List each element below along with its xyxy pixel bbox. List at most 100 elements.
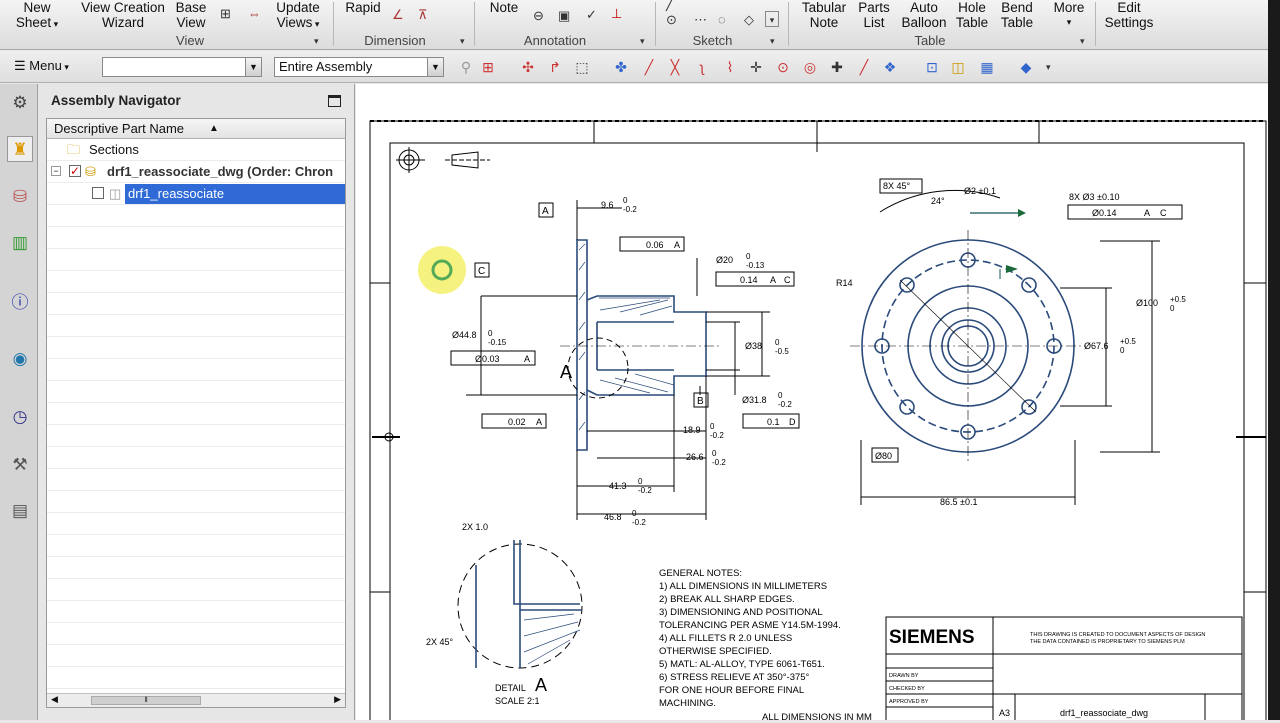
check-icon[interactable]: ✓ [586,8,597,22]
chevron-down-icon[interactable]: ▼ [245,58,261,76]
new-sheet-button[interactable]: New Sheet ▾ [12,0,62,32]
snap-point-icon[interactable]: ✤ [611,58,631,76]
table-group-more-icon[interactable]: ▾ [1080,36,1085,47]
roles-icon[interactable]: ⚒ [7,452,33,478]
scope-combo[interactable]: Entire Assembly ▼ [274,57,444,77]
radial-dimension-icon[interactable]: ⊼ [418,8,428,22]
view-creation-wizard-button[interactable]: View Creation Wizard [78,0,168,30]
hole-table-button[interactable]: Hole Table [952,0,992,30]
edit-settings-button[interactable]: Edit Settings [1101,0,1157,30]
svg-text:SCALE 2:1: SCALE 2:1 [495,696,540,706]
zoom-window-icon[interactable]: ◫ [948,58,968,76]
more-button[interactable]: More ▾ [1048,0,1090,30]
svg-text:26.6: 26.6 [686,452,704,462]
group-label-table: Table [914,33,946,48]
intersection-icon[interactable]: ✛ [746,58,766,76]
sketch-fillet-icon[interactable]: ◌ [718,13,726,27]
arc-center-icon[interactable]: ⊙ [773,58,793,76]
endpoint-icon[interactable]: ╱ [639,58,659,76]
curve-icon[interactable]: ʅ [692,58,712,76]
display-mode-icon[interactable]: ◆ [1016,58,1036,76]
sketch-offset-icon[interactable]: ◇ [744,13,754,27]
svg-text:C: C [1160,208,1167,218]
dimension-group-more-icon[interactable]: ▾ [460,36,465,47]
image-icon[interactable]: ▣ [558,9,570,23]
svg-text:8X 45°: 8X 45° [883,181,911,191]
svg-text:4) ALL FILLETS R 2.0 UNLESS: 4) ALL FILLETS R 2.0 UNLESS [659,633,792,644]
point-on-face-icon[interactable]: ❖ [880,58,900,76]
scrollbar-thumb[interactable]: ⦀ [91,696,201,705]
select-all-icon[interactable]: ⊞ [478,58,498,76]
tree-row-assembly[interactable]: − ✓ ⛁ drf1_reassociate_dwg (Order: Chron [47,161,345,183]
type-filter-combo[interactable]: ▼ [102,57,262,77]
select-feature-icon[interactable]: ↱ [545,58,565,76]
update-views-button[interactable]: Update Views ▾ [270,0,326,32]
base-view-button[interactable]: Base View [173,0,209,30]
web-browser-icon[interactable]: ◉ [7,346,33,372]
filter-reset-icon[interactable]: ⚲ [456,58,476,76]
system-palette-icon[interactable]: ▤ [7,498,33,524]
section-view-icon[interactable]: ⇔ [248,7,261,21]
horizontal-scrollbar[interactable]: ◀ ⦀ ▶ [47,693,345,707]
tabular-note-button[interactable]: Tabular Note [797,0,851,30]
point-on-curve-icon[interactable]: ╱ [854,58,874,76]
sketch-point-icon[interactable]: ⋯ [694,13,707,27]
bend-table-button[interactable]: Bend Table [996,0,1038,30]
constraint-navigator-icon[interactable]: ⛁ [7,184,33,210]
info-icon[interactable]: ⓘ [7,290,33,316]
rectangle-select-icon[interactable]: ⬚ [572,58,592,76]
checkbox-unchecked[interactable] [92,187,104,199]
zoom-icon[interactable]: ⊖ [533,9,544,23]
quadrant-icon[interactable]: ◎ [800,58,820,76]
new-sheet-label-2: Sheet ▾ [15,15,59,30]
scroll-right-icon[interactable]: ▶ [334,694,341,705]
sketch-group-more-icon[interactable]: ▾ [770,36,775,47]
empty-row [47,667,345,689]
gear-icon[interactable]: ⚙ [7,90,33,116]
svg-text:DRAWN BY: DRAWN BY [889,673,919,679]
chevron-down-icon[interactable]: ▼ [427,58,443,76]
chevron-down-icon[interactable]: ▾ [1046,62,1051,73]
svg-text:DETAIL: DETAIL [495,683,526,693]
assembly-navigator-icon[interactable]: ♜ [7,136,33,162]
reuse-library-icon[interactable]: ▥ [7,230,33,256]
sketch-line-icon[interactable]: ╱ [666,0,674,11]
scroll-left-icon[interactable]: ◀ [51,694,58,705]
view-group-more-icon[interactable]: ▾ [314,36,319,47]
svg-text:+0.50: +0.5 0 [1120,337,1136,355]
auto-balloon-button[interactable]: Auto Balloon [898,0,950,30]
tree-row-sections[interactable]: 🗀 Sections [47,139,345,161]
empty-row [47,513,345,535]
angular-dimension-icon[interactable]: ∠ [392,8,404,22]
tree-row-component[interactable]: ◫ drf1_reassociate [47,183,345,205]
rapid-dimension-button[interactable]: Rapid [343,0,383,15]
note-button[interactable]: Note [484,0,524,15]
weld-symbol-icon[interactable]: ⊥ [611,7,622,21]
fit-icon[interactable]: ⊡ [922,58,942,76]
annotation-group-more-icon[interactable]: ▾ [640,36,645,47]
menu-button[interactable]: ☰ Menu ▾ [14,58,69,74]
empty-row [47,601,345,623]
sketch-circle-icon[interactable]: ⊙ [666,13,677,27]
projected-view-icon[interactable]: ⊞ [220,7,231,21]
control-point-icon[interactable]: ⌇ [720,58,740,76]
parts-list-button[interactable]: Parts List [854,0,894,30]
existing-point-icon[interactable]: ✚ [827,58,847,76]
svg-text:B: B [697,396,704,407]
collapse-icon[interactable]: − [51,166,61,176]
svg-text:18.9: 18.9 [683,425,701,435]
parts-list-label-2: List [863,15,885,30]
maximize-icon[interactable] [328,95,341,107]
empty-row [47,271,345,293]
checkbox-checked[interactable]: ✓ [69,165,81,177]
view-creation-wizard-label-1: View Creation [81,0,165,15]
midpoint-icon[interactable]: ╳ [665,58,685,76]
history-icon[interactable]: ◷ [7,404,33,430]
sketch-gallery-icon[interactable]: ▾ [765,11,779,27]
layout-icon[interactable]: ▦ [977,58,997,76]
snap-icon[interactable]: ✣ [518,58,538,76]
column-header[interactable]: Descriptive Part Name ▲ [47,119,345,139]
drawing-canvas[interactable]: .k{stroke:#000;fill:none;stroke-width:1}… [356,84,1268,723]
svg-text:A: A [1144,208,1150,218]
drawing-sheet[interactable]: .k{stroke:#000;fill:none;stroke-width:1}… [356,84,1268,723]
